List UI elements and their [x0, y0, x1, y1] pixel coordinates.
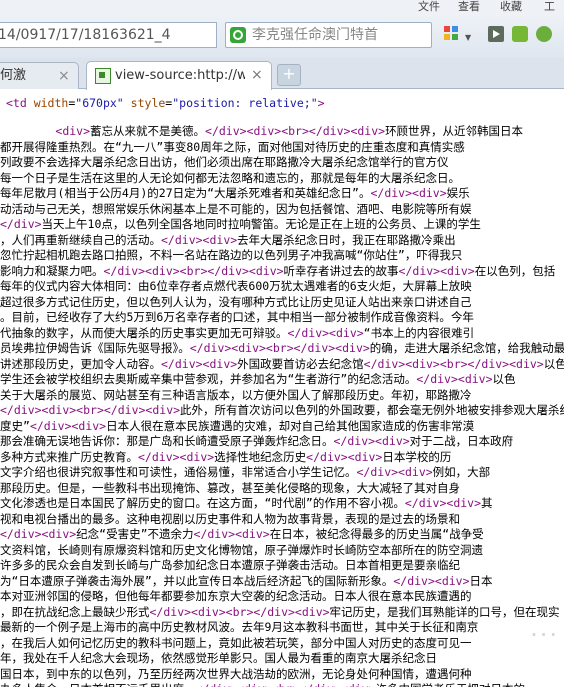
- source-line: 关于大屠杀的展览、网站甚至有三种语言版本，以方便外国人了解那段历史。年初，耶路撒…: [0, 387, 472, 402]
- source-line: 每年的仪式内容大体相同：由6位幸存者点燃代表600万犹太遇难者的6支火炬，大屏幕…: [0, 279, 472, 293]
- address-url: 14/0917/17/18163621_4: [0, 27, 171, 43]
- close-icon[interactable]: ×: [58, 63, 70, 89]
- source-line: 都开展得隆重热烈。在“九一八”事变80周年之际，面对他国对待历史的庄重态度和真情…: [0, 139, 465, 154]
- source-line: ，在我后人如何记忆历史的教科书问题上，竟如此被若玩笑，部分中国人对历史的态度可见…: [0, 635, 472, 650]
- plugin-icon[interactable]: [536, 26, 552, 42]
- search-icon[interactable]: [230, 27, 246, 43]
- extension-icon[interactable]: [512, 26, 528, 42]
- source-line: 员埃弗拉伊姆告诉《国际先驱导报》。</div><div><br></div><d…: [0, 341, 564, 355]
- search-input[interactable]: 李克强任命澳门特首: [225, 22, 432, 48]
- source-line: 国日本，到中东的以色列，乃至历经两次世界大战浩劫的欧洲，无论身处何种国情，遭遇何…: [0, 666, 472, 681]
- menu-bar: 文件 查看 收藏 工: [0, 0, 564, 14]
- menu-tools[interactable]: 工: [544, 0, 555, 14]
- search-text: 李克强任命澳门特首: [252, 27, 378, 43]
- source-line: ，即在抗战纪念上最缺少形式</div><div><br></div><div>牢…: [0, 604, 560, 619]
- close-icon[interactable]: ×: [251, 62, 263, 89]
- play-icon[interactable]: [488, 26, 504, 42]
- source-line: 文资料馆，长崎则有原爆资料馆和历史文化博物馆，原子弹爆炸时长崎防空本部所在的防空…: [0, 542, 483, 557]
- source-line: 学生还会被学校组织去奥斯威辛集中营参观，并参加名为“生者游行”的纪念活动。</d…: [0, 372, 516, 386]
- source-line: 多种方式来推广历史教育。</div><div>选择性地纪念历史</div><di…: [0, 449, 452, 464]
- source-line: 办多人集会，日本首相不远千里出席。</div><div><br></div><d…: [0, 681, 525, 687]
- source-line: 列政要不会选择大屠杀纪念日出访，他们必须出席在耶路撒冷大屠杀纪念馆举行的官方仪: [0, 155, 449, 169]
- td-attr-style: style: [130, 96, 166, 110]
- address-bar[interactable]: 14/0917/17/18163621_4: [0, 22, 217, 48]
- td-line: <td width="670px" style="position: relat…: [6, 96, 325, 110]
- source-view: <td width="670px" style="position: relat…: [0, 89, 564, 687]
- menu-file[interactable]: 文件: [418, 0, 440, 14]
- source-line: </div><div><br></div><div>此外，所有首次访问以色列的外…: [0, 403, 564, 417]
- td-tag: <td: [6, 96, 34, 110]
- tab-bar: 何激 × view-source:http://www.360doc × +: [0, 58, 564, 90]
- source-line: 许多多的民众会自发到长崎与广岛参加纪念日本遭原子弹袭击活动。日本首相更是要亲临纪: [0, 558, 460, 572]
- source-line: 讲述那段历史，更加令人动容。</div><div>外国政要首访必去纪念馆</di…: [0, 356, 564, 371]
- td-val-width: "670px": [75, 96, 124, 110]
- source-line: </div><div>纪念“受害史”不遗余力</div><div>在日本，被纪念…: [0, 527, 484, 541]
- source-line: 为“日本遭原子弹袭击海外展”，并以此宣传日本战后经济起飞的国际新形象。</div…: [0, 573, 493, 588]
- source-line: <div>蓄忘从来就不是美德。</div><div><br></div><div…: [55, 124, 524, 138]
- source-line: 那会准确无误地告诉你：那是广岛和长崎遭受原子弹轰炸纪念日。</div><div>…: [0, 434, 514, 448]
- source-line: 文化渗透也是日本国民了解历史的窗口。在这方面，“时代剧”的作用不容小视。</di…: [0, 496, 493, 510]
- source-line: 视和电视台播出的最多。这种电视剧以历史事件和人物为故事背景，表现的是过去的场景和: [0, 511, 460, 526]
- source-line: </div>当天上午10点，以色列全国各地同时拉响警笛。无论是正在上班的公务员、…: [0, 217, 481, 231]
- source-line: 度史”</div><div>日本人很在意本民族遭遇的灾难，却对自己给其他国家造成…: [0, 418, 475, 433]
- source-line: 每年尼散月(相当于公历4月)的27日定为“大屠杀死难者和英雄纪念日”。</div…: [0, 186, 470, 200]
- tab-previous-title: 何激: [0, 68, 27, 83]
- source-line: 超过很多方式记住历史，但以色列人认为，没有哪种方式比让历史见证人站出来亲口讲述自…: [0, 294, 472, 309]
- apps-icon[interactable]: [444, 26, 460, 42]
- page-icon: [95, 68, 111, 84]
- source-line: 文字介绍也很讲究叙事性和可读性，通俗易懂，非常适合小学生记忆。</div><di…: [0, 465, 491, 479]
- source-line: 影响力和凝聚力吧。</div><div><br></div><div>听幸存者讲…: [0, 263, 556, 278]
- source-line: 年，我处在千人纪念大会现场，依然感觉形单影只。国人最为看重的南京大屠杀纪念日: [0, 651, 437, 665]
- tab-active-title: view-source:http://www.360doc: [115, 68, 245, 83]
- source-line: 那段历史。但是，一些教科书出现掩饰、篡改，甚至美化侵略的现象，大大减轻了其对自身: [0, 480, 460, 495]
- source-line: ，人们再重新继续自己的活动。</div><div>去年大屠杀纪念日时，我正在耶路…: [0, 232, 456, 247]
- chevron-down-icon[interactable]: ▼: [465, 33, 471, 42]
- source-line: 。目前，已经收存了大约5万到6万名幸存者的口述，其中相当一部分被制作成音像资料。…: [0, 310, 474, 324]
- td-val-style: "position: relative;": [172, 96, 318, 110]
- menu-favorites[interactable]: 收藏: [500, 0, 522, 14]
- source-line: 动活动与己无关，想照常娱乐休闲基本上是不可能的，因为包括餐馆、酒吧、电影院等所有…: [0, 201, 472, 216]
- tab-active[interactable]: view-source:http://www.360doc ×: [86, 61, 272, 90]
- tab-previous[interactable]: 何激 ×: [0, 62, 79, 89]
- source-line: 每一个日子是生活在这里的人无论如何都无法忽略和遗忘的，那就是每年的大屠杀纪念日。: [0, 170, 460, 185]
- source-line: 忽忙拧起相机跑去路口拍照，不料一名站在路边的以色列男子冲我高喊“你站住”，吓得我…: [0, 248, 463, 262]
- source-line: 代抽象的数字，从而使大屠杀的历史事实更加无可辩驳。</div><div>“书本上…: [0, 325, 475, 340]
- menu-view[interactable]: 查看: [458, 0, 480, 14]
- new-tab-button[interactable]: +: [277, 64, 301, 86]
- td-tag-close: >: [317, 96, 325, 110]
- td-attr-width: width: [33, 96, 69, 110]
- browser-toolbar: 14/0917/17/18163621_4 李克强任命澳门特首 ▼: [0, 14, 564, 59]
- source-line: 本对亚洲邻国的侵略，但他每年都要参加东京大空袭的纪念活动。日本人很在意本民族遭遇…: [0, 589, 472, 603]
- source-line: 最新的一个例子是上海市的高中历史教材风波。去年9月这本教科书面世，其中关于长征和…: [0, 620, 479, 634]
